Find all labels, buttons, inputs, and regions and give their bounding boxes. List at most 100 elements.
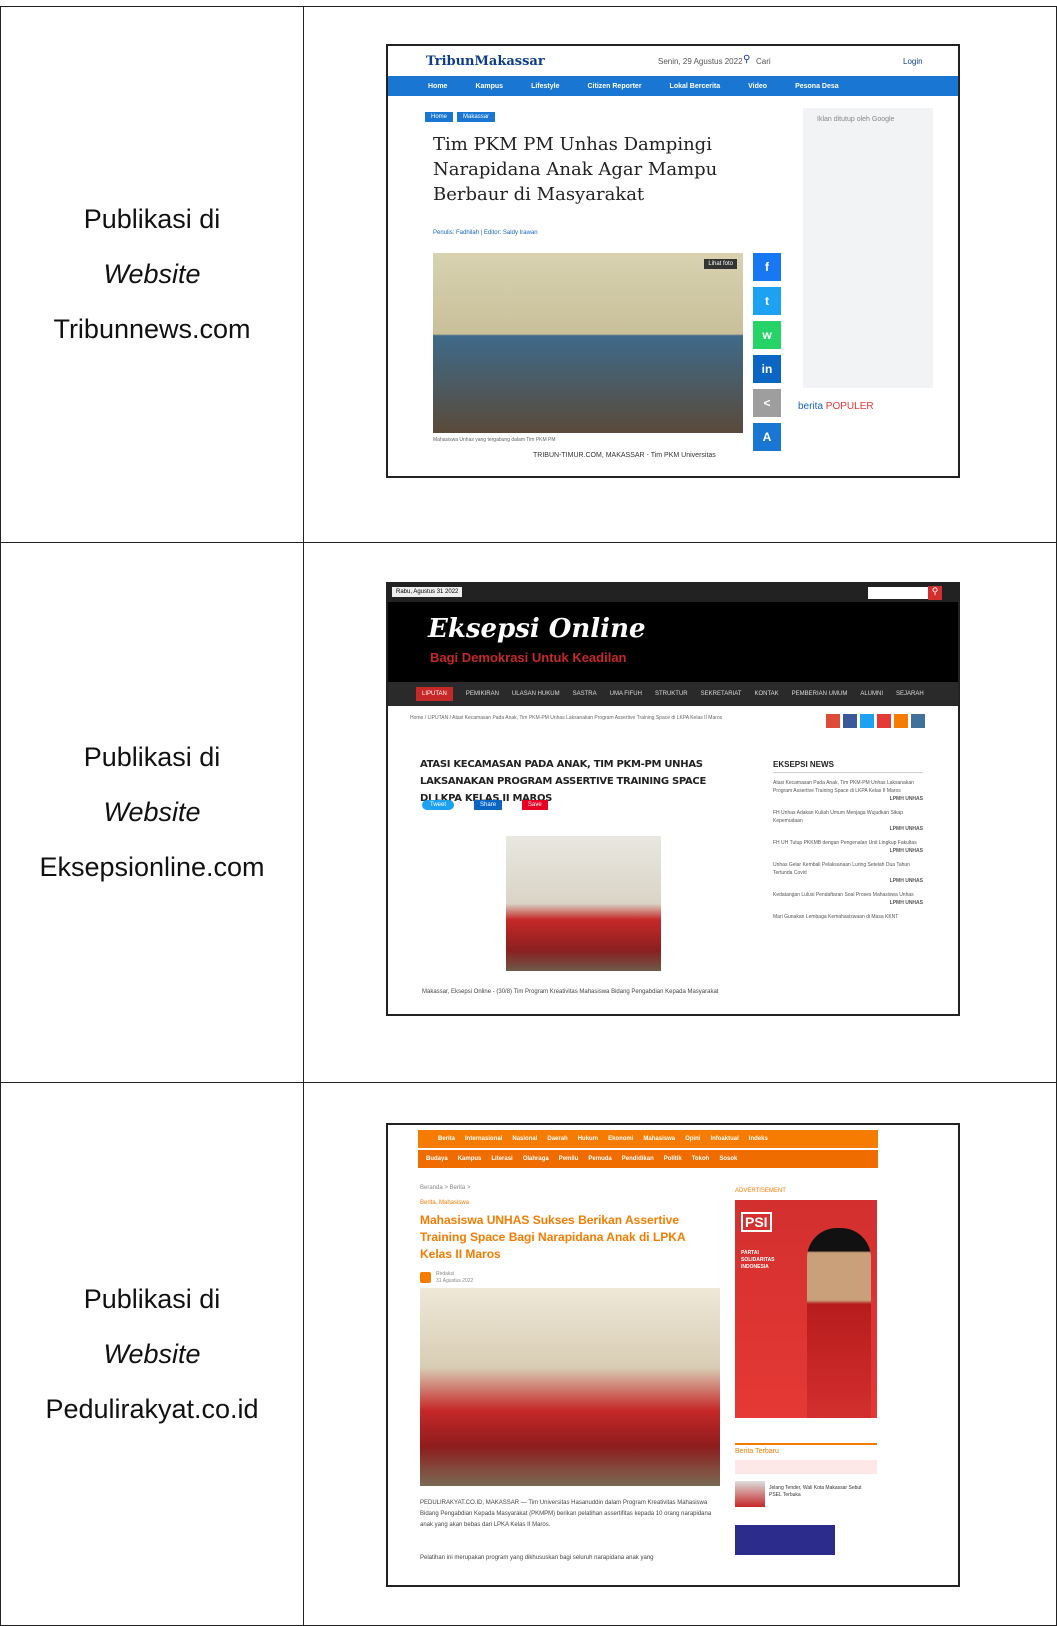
nav-item[interactable]: Ekonomi [608,1136,633,1142]
sidebar-item[interactable]: Kedatangan Lulusi Pendaftaran Soal Prose… [773,891,923,907]
nav-item[interactable]: Sosok [719,1156,737,1162]
popular-heading: berita POPULER [798,401,874,412]
sidebar-item-title[interactable]: FH UH Tutup PKKMB dengan Pengenalan Unit… [773,839,923,847]
nav-item[interactable]: Pesona Desa [795,83,839,90]
social-icons [826,714,925,728]
tribun-login[interactable]: Login [903,57,923,66]
nav-item[interactable]: SASTRA [573,691,597,697]
nav-item[interactable]: UMA FIFUH [610,691,642,697]
sidebar-item-tag: LPMH UNHAS [889,878,923,884]
nav-item[interactable]: Politik [664,1156,682,1162]
row-label-tribunnews: Publikasi di Website Tribunnews.com [0,6,304,543]
blogger-icon[interactable] [894,714,908,728]
linkedin-share-button[interactable]: in [753,355,781,383]
twitter-icon[interactable] [860,714,874,728]
nav-item[interactable]: Budaya [426,1156,448,1162]
tweet-button[interactable]: Tweet [422,800,455,810]
screenshot-cell: TribunMakassar Senin, 29 Agustus 2022 ⚲ … [303,6,1057,543]
font-size-button[interactable]: A [753,423,781,451]
google-plus-icon[interactable] [826,714,840,728]
nav-item[interactable]: Tokoh [692,1156,710,1162]
nav-item[interactable]: ALUMNI [860,691,883,697]
breadcrumb-section[interactable]: Makassar [457,112,496,122]
nav-item[interactable]: PEMIKIRAN [466,691,499,697]
article-lead: Makassar, Eksepsi Online - (30/8) Tim Pr… [422,989,719,995]
latest-search[interactable] [735,1460,877,1474]
article-lead: TRIBUN-TIMUR.COM, MAKASSAR - Tim PKM Uni… [533,452,716,459]
label-prefix: Publikasi di [83,1283,221,1314]
nav-item[interactable]: Pendidikan [622,1156,654,1162]
latest-news-item[interactable]: Jelang Tender, Wali Kota Makassar Sebut … [735,1481,877,1509]
tribun-logo: TribunMakassar [426,54,545,69]
search-icon[interactable]: ⚲ [743,54,750,65]
sidebar-item[interactable]: Unhas Gelar Kembali Pelaksanaan Luring S… [773,861,923,885]
article-headline: Mahasiswa UNHAS Sukses Berikan Assertive… [420,1213,686,1261]
facebook-icon[interactable] [843,714,857,728]
youtube-icon[interactable] [877,714,891,728]
screenshot-cell: Rabu, Agustus 31 2022 ⚲ Eksepsi Online B… [303,542,1057,1083]
whatsapp-share-button[interactable]: w [753,321,781,349]
sidebar-item[interactable]: FH Unhas Adakan Kuliah Umum Menjaga Wuju… [773,809,923,833]
label-medium: Website [103,259,201,289]
sidebar-item-title[interactable]: FH Unhas Adakan Kuliah Umum Menjaga Wuju… [773,809,923,825]
nav-item[interactable]: Video [748,83,767,90]
nav-item[interactable]: Home [428,83,447,90]
tribun-screenshot: TribunMakassar Senin, 29 Agustus 2022 ⚲ … [386,44,960,478]
sidebar-item[interactable]: Atasi Kecamasan Pada Anak, Tim PKM-PM Un… [773,779,923,803]
nav-item[interactable]: SEKRETARIAT [701,691,742,697]
sidebar-item[interactable]: Mari Gunakan Lembaga Kemahasiswaan di Ma… [773,913,923,921]
nav-item[interactable]: Kampus [458,1156,482,1162]
nav-item[interactable]: KONTAK [754,691,778,697]
popular-label-a: berita [798,401,824,412]
search-input[interactable] [868,587,928,599]
nav-item[interactable]: Pemilu [559,1156,579,1162]
share-icon[interactable]: < [753,389,781,417]
pinterest-save-button[interactable]: Save [522,800,548,810]
nav-item[interactable]: LIPUTAN [416,687,453,701]
nav-item[interactable]: Nasional [512,1136,537,1142]
eksepsi-date: Rabu, Agustus 31 2022 [392,587,463,597]
nav-item[interactable]: STRUKTUR [655,691,688,697]
nav-item[interactable]: Lokal Bercerita [670,83,721,90]
nav-item[interactable]: Internasional [465,1136,502,1142]
nav-item[interactable]: ULASAN HUKUM [512,691,560,697]
nav-item[interactable]: SEJARAH [896,691,924,697]
table-row: Publikasi di Website Pedulirakyat.co.id … [0,1082,1057,1626]
nav-item[interactable]: Pemuda [588,1156,611,1162]
breadcrumb-home[interactable]: Home [425,112,454,122]
sidebar-item-title[interactable]: Mari Gunakan Lembaga Kemahasiswaan di Ma… [773,913,923,921]
nav-item[interactable]: Kampus [475,83,503,90]
nav-item[interactable]: Lifestyle [531,83,559,90]
nav-item[interactable]: Berita [438,1136,455,1142]
latest-thumb [735,1481,765,1507]
instagram-icon[interactable] [911,714,925,728]
tribun-search-label[interactable]: Cari [756,57,771,66]
sidebar-item-title[interactable]: Kedatangan Lulusi Pendaftaran Soal Prose… [773,891,923,899]
nav-item[interactable]: Hukum [578,1136,598,1142]
nav-item[interactable]: Olahraga [523,1156,549,1162]
eksepsi-masthead: Eksepsi Online Bagi Demokrasi Untuk Kead… [388,602,958,682]
facebook-share-button[interactable]: f [753,253,781,281]
sidebar-item-title[interactable]: Unhas Gelar Kembali Pelaksanaan Luring S… [773,861,923,877]
linkedin-share-button[interactable]: Share [474,800,503,810]
search-icon[interactable]: ⚲ [928,586,942,600]
nav-item[interactable]: Daerah [547,1136,567,1142]
sidebar-item-tag: LPMH UNHAS [889,900,923,906]
nav-item[interactable]: Citizen Reporter [587,83,641,90]
twitter-share-button[interactable]: t [753,287,781,315]
screenshot-cell: Berita Internasional Nasional Daerah Huk… [303,1082,1057,1626]
photo-tag[interactable]: Lihat foto [704,259,737,269]
sidebar-item-title[interactable]: Atasi Kecamasan Pada Anak, Tim PKM-PM Un… [773,779,923,795]
ad-portrait [807,1228,871,1418]
nav-item[interactable]: Mahasiswa [643,1136,675,1142]
nav-item[interactable]: PEMBERIAN UMUM [792,691,848,697]
nav-item[interactable]: Literasi [491,1156,512,1162]
nav-item[interactable]: Opini [685,1136,700,1142]
psi-tagline: PARTAI SOLIDARITAS INDONESIA [741,1250,775,1270]
sidebar-item[interactable]: FH UH Tutup PKKMB dengan Pengenalan Unit… [773,839,923,855]
latest-title[interactable]: Jelang Tender, Wali Kota Makassar Sebut … [769,1485,875,1499]
nav-item[interactable]: Indeks [749,1136,768,1142]
share-buttons: Tweet Share Save [422,800,548,810]
nav-item[interactable]: Infoaktual [710,1136,738,1142]
article-lead-2: Pelatihan ini merupakan program yang dik… [420,1555,654,1561]
